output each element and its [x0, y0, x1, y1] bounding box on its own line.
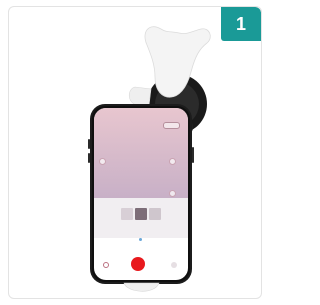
phone-screen	[94, 108, 188, 280]
badge-number: 1	[235, 13, 246, 34]
image-index-badge: 1	[221, 7, 261, 41]
crop-handle	[169, 190, 176, 197]
screen-pill-button	[163, 122, 180, 129]
color-swatch	[135, 208, 147, 220]
switch-camera-icon	[171, 262, 177, 268]
shutter-button-icon	[131, 257, 145, 271]
color-swatch	[121, 208, 133, 220]
crop-handle	[99, 158, 106, 165]
page-indicator	[139, 238, 142, 241]
color-swatch	[149, 208, 161, 220]
product-image-card[interactable]: 1	[8, 6, 262, 299]
gallery-icon	[103, 262, 109, 268]
crop-handle	[169, 158, 176, 165]
swatch-strip	[94, 198, 188, 238]
